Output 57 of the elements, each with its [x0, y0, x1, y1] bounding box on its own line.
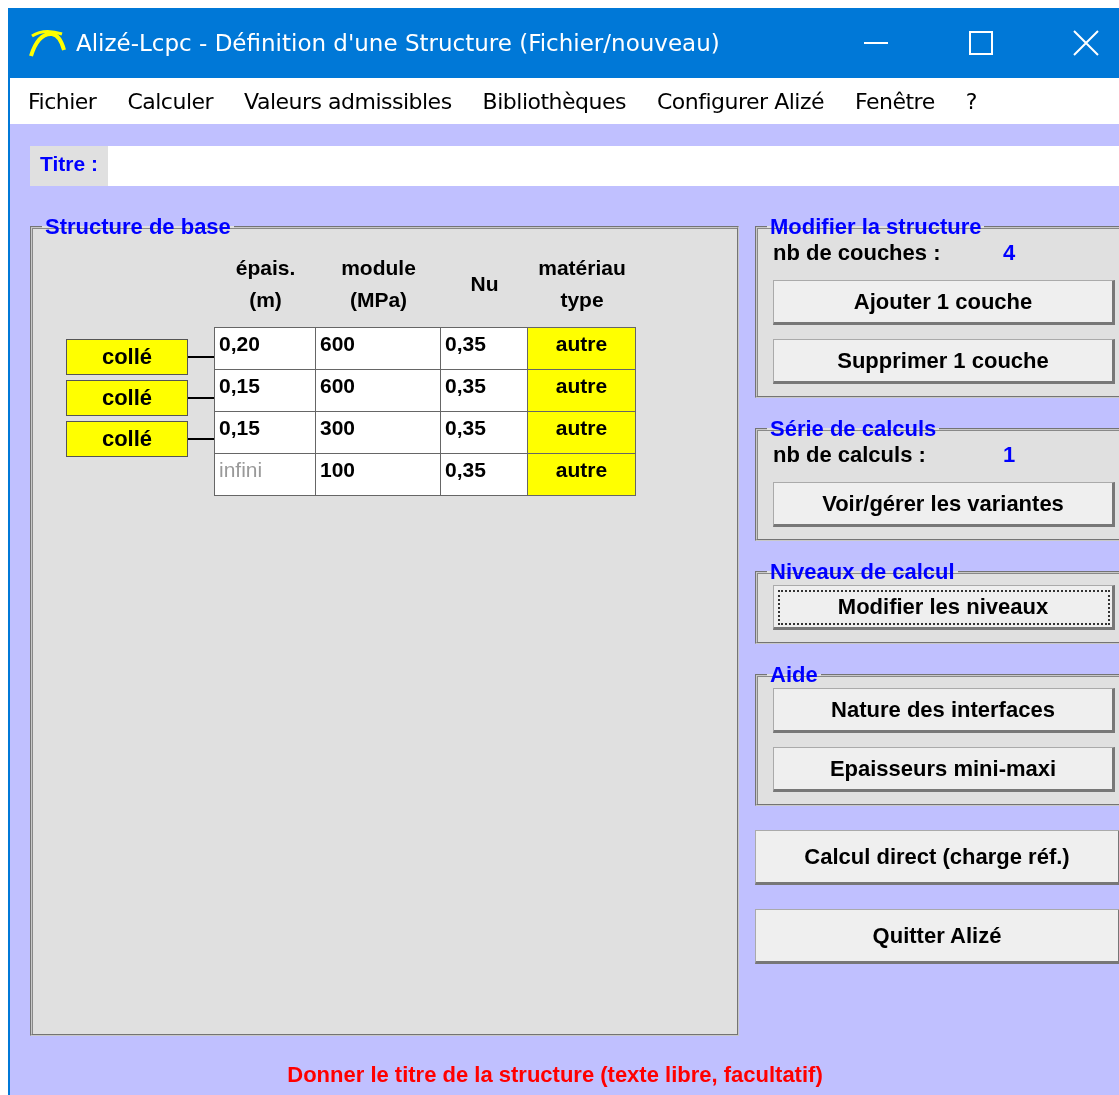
- menu-item[interactable]: Fichier: [28, 88, 97, 114]
- menu-item[interactable]: Bibliothèques: [482, 88, 626, 114]
- count-label: nb de calculs :: [773, 442, 927, 468]
- modulus-cell[interactable]: 100: [315, 453, 441, 496]
- column-header: Nu: [469, 271, 500, 297]
- menu-item[interactable]: Configurer Alizé: [657, 88, 824, 114]
- action-button[interactable]: Ajouter 1 couche: [773, 280, 1115, 325]
- action-button[interactable]: Voir/gérer les variantes: [773, 482, 1115, 527]
- title-field[interactable]: [107, 146, 1119, 186]
- window-title: Alizé-Lcpc - Définition d'une Structure (Fichier/nouveau): [76, 30, 721, 56]
- material-button[interactable]: autre: [527, 411, 636, 454]
- maximize-icon: [968, 31, 993, 55]
- connector-line: [188, 438, 215, 440]
- action-button[interactable]: Quitter Alizé: [755, 909, 1119, 964]
- modulus-cell[interactable]: 600: [315, 327, 441, 370]
- menu-item[interactable]: Calculer: [127, 88, 214, 114]
- minimize-icon: [863, 42, 888, 44]
- modulus-cell[interactable]: 600: [315, 369, 441, 412]
- logo-icon: [28, 28, 66, 58]
- nu-cell[interactable]: 0,35: [440, 453, 528, 496]
- material-button[interactable]: autre: [527, 327, 636, 370]
- connector-line: [188, 397, 215, 399]
- connector-line: [188, 356, 215, 358]
- interface-button[interactable]: collé: [66, 421, 188, 457]
- nu-cell[interactable]: 0,35: [440, 411, 528, 454]
- thickness-cell[interactable]: 0,20: [214, 327, 316, 370]
- column-header: module (MPa): [340, 255, 417, 313]
- count-value: 1: [1003, 442, 1016, 468]
- field-label: Titre :: [30, 146, 108, 186]
- count-label: nb de couches :: [773, 240, 942, 266]
- group-title: Modifier la structure: [769, 214, 983, 240]
- status-message: Donner le titre de la structure (texte libre, facultatif): [286, 1062, 824, 1088]
- material-button[interactable]: autre: [527, 453, 636, 496]
- material-button[interactable]: autre: [527, 369, 636, 412]
- close-icon: [1072, 30, 1099, 56]
- column-header: matériau type: [537, 255, 627, 313]
- column-header: épais. (m): [234, 255, 297, 313]
- menu-item[interactable]: ?: [965, 88, 977, 114]
- nu-cell[interactable]: 0,35: [440, 369, 528, 412]
- action-button[interactable]: Supprimer 1 couche: [773, 339, 1115, 384]
- modulus-cell[interactable]: 300: [315, 411, 441, 454]
- nu-cell[interactable]: 0,35: [440, 327, 528, 370]
- thickness-cell[interactable]: 0,15: [214, 411, 316, 454]
- group-title: Niveaux de calcul: [769, 559, 956, 585]
- action-button[interactable]: Nature des interfaces: [773, 688, 1115, 733]
- action-button[interactable]: Epaisseurs mini-maxi: [773, 747, 1115, 792]
- thickness-cell[interactable]: 0,15: [214, 369, 316, 412]
- group-title: Série de calculs: [769, 416, 938, 442]
- action-button[interactable]: Modifier les niveaux: [773, 585, 1115, 630]
- interface-button[interactable]: collé: [66, 380, 188, 416]
- menu-item[interactable]: Valeurs admissibles: [244, 88, 452, 114]
- group-title: Structure de base: [44, 214, 232, 240]
- action-button[interactable]: Calcul direct (charge réf.): [755, 830, 1119, 885]
- menu-item[interactable]: Fenêtre: [855, 88, 935, 114]
- interface-button[interactable]: collé: [66, 339, 188, 375]
- count-value: 4: [1003, 240, 1016, 266]
- group-title: Aide: [769, 662, 819, 688]
